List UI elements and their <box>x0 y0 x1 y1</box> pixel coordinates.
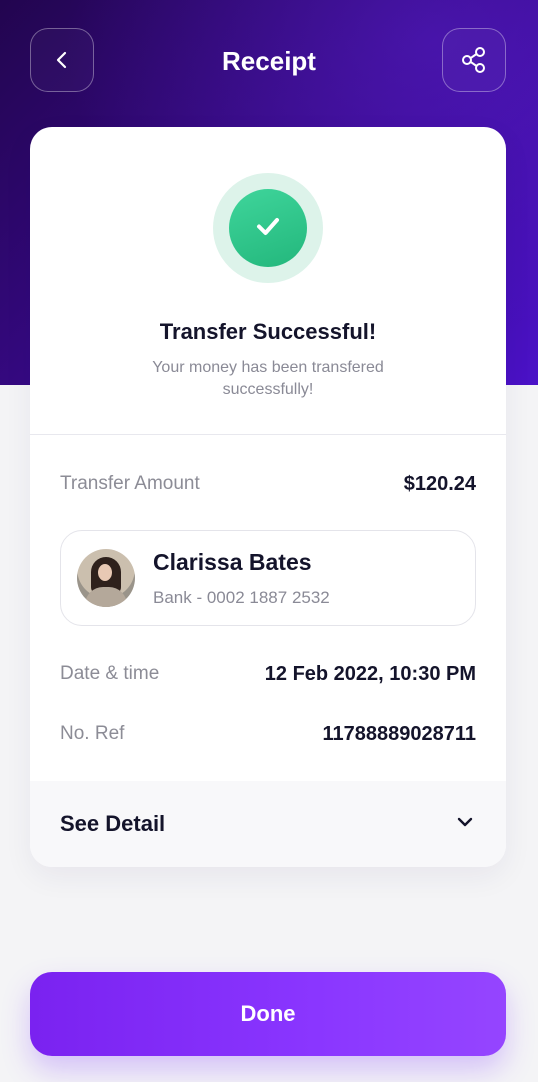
done-button[interactable]: Done <box>30 972 506 1056</box>
transfer-amount-label: Transfer Amount <box>60 473 200 494</box>
check-icon <box>250 208 286 249</box>
share-icon <box>458 44 490 76</box>
share-button[interactable] <box>442 28 506 92</box>
chevron-down-icon <box>454 811 476 838</box>
recipient-name: Clarissa Bates <box>153 549 312 575</box>
reference-row: No. Ref 11788889028711 <box>60 719 476 749</box>
see-detail-toggle[interactable]: See Detail <box>30 781 506 867</box>
see-detail-label: See Detail <box>60 811 166 836</box>
receipt-card: Transfer Successful! Your money has been… <box>30 127 506 867</box>
receipt-screen: Receipt Transfer Successful! Your money … <box>0 0 538 1082</box>
success-title: Transfer Successful! <box>159 319 377 344</box>
success-badge <box>213 173 323 283</box>
transfer-amount-row: Transfer Amount $120.24 <box>60 469 476 499</box>
avatar <box>77 549 135 607</box>
success-subtitle: Your money has been transfered successfu… <box>152 359 384 398</box>
date-time-row: Date & time 12 Feb 2022, 10:30 PM <box>60 659 476 689</box>
recipient-account: Bank - 0002 1887 2532 <box>153 588 330 607</box>
divider <box>30 434 506 435</box>
reference-label: No. Ref <box>60 723 125 744</box>
date-time-value: 12 Feb 2022, 10:30 PM <box>264 662 476 685</box>
reference-value: 11788889028711 <box>322 722 476 745</box>
date-time-label: Date & time <box>60 663 160 684</box>
transfer-amount-value: $120.24 <box>403 472 476 495</box>
recipient-card: Clarissa Bates Bank - 0002 1887 2532 <box>60 530 476 626</box>
